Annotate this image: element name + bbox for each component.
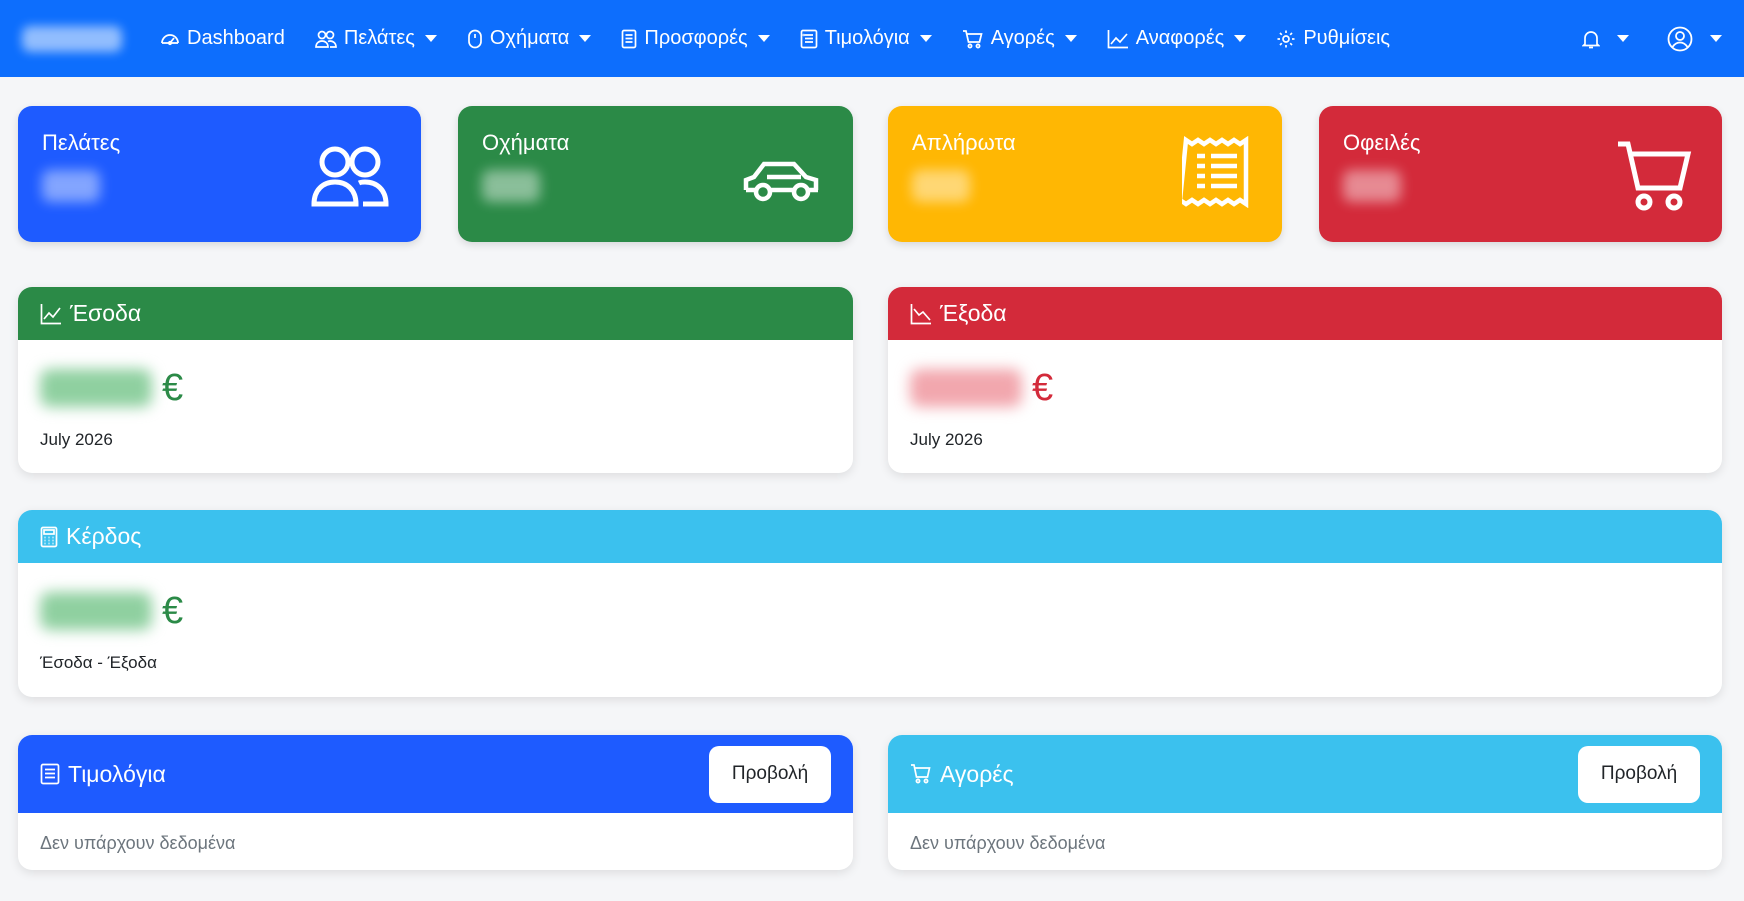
invoices-view-button[interactable]: Προβολή [709,745,831,803]
profit-panel-header: Κέρδος [18,510,1722,563]
currency-symbol: € [162,589,184,632]
user-menu[interactable] [1667,26,1722,52]
stat-card-debts[interactable]: Οφειλές [1319,106,1722,242]
cart-icon [1618,141,1692,211]
income-period: July 2026 [40,430,113,449]
stat-value-redacted [482,170,540,202]
speedometer-icon [161,33,179,45]
calculator-icon [40,526,58,547]
chevron-down-icon [1234,35,1247,42]
chevron-down-icon [757,35,770,42]
chevron-down-icon [1617,35,1629,42]
nav-invoices-label: Τιμολόγια [824,27,910,49]
nav-clients[interactable]: Πελάτες [314,27,437,50]
purchases-panel-header: Αγορές Προβολή [888,735,1722,813]
profit-title: Κέρδος [66,523,142,549]
mouse-icon [468,29,482,48]
profit-panel: Κέρδος € Έσοδα - Έξοδα [18,510,1722,697]
notifications-menu[interactable] [1582,29,1629,49]
stat-card-unpaid[interactable]: Απλήρωτα [888,106,1282,242]
income-panel: Έσοδα € July 2026 [18,287,853,473]
nav-purchases-label: Αγορές [990,27,1055,49]
nav-vehicles[interactable]: Οχήματα [467,27,592,50]
brand-logo[interactable] [22,25,122,52]
cart-icon [962,29,983,48]
nav-reports[interactable]: Αναφορές [1107,27,1247,50]
nav-dashboard-label: Dashboard [187,27,285,49]
invoices-empty-message: Δεν υπάρχουν δεδομένα [40,833,236,853]
purchases-empty-message: Δεν υπάρχουν δεδομένα [910,833,1106,853]
nav-invoices[interactable]: Τιμολόγια [800,27,932,50]
invoices-panel: Τιμολόγια Προβολή Δεν υπάρχουν δεδομένα [18,735,853,870]
stat-card-clients[interactable]: Πελάτες [18,106,421,242]
receipt-icon [1182,136,1249,208]
nav-settings-label: Ρυθμίσεις [1303,27,1391,49]
currency-symbol: € [1032,366,1054,409]
main-nav: Dashboard Πελάτες Οχήματα Προσφορές Τιμο… [160,27,1420,50]
user-circle-icon [1667,26,1693,51]
purchases-view-button[interactable]: Προβολή [1578,745,1700,803]
gear-icon [1277,30,1295,47]
stat-value-redacted [1343,170,1401,202]
chevron-down-icon [579,35,592,42]
car-icon [743,161,819,202]
income-amount: € [40,366,831,410]
top-navbar: Dashboard Πελάτες Οχήματα Προσφορές Τιμο… [0,0,1744,77]
income-title: Έσοδα [70,300,142,326]
nav-settings[interactable]: Ρυθμίσεις [1276,27,1390,50]
stat-value-redacted [912,170,970,202]
expenses-amount: € [910,366,1700,410]
expenses-period: July 2026 [910,430,983,449]
expenses-title: Έξοδα [940,300,1007,326]
chevron-down-icon [1064,35,1077,42]
line-chart-icon [1107,29,1128,48]
nav-offers-label: Προσφορές [644,27,748,49]
nav-vehicles-label: Οχήματα [489,27,570,49]
nav-right [1544,26,1722,52]
bell-icon [1582,30,1600,48]
chevron-down-icon [919,35,932,42]
invoices-panel-header: Τιμολόγια Προβολή [18,735,853,813]
chevron-down-icon [1710,35,1722,42]
income-panel-header: Έσοδα [18,287,853,340]
stat-card-vehicles[interactable]: Οχήματα [458,106,853,242]
income-value-redacted [40,369,152,407]
invoice-icon [800,29,818,48]
chevron-down-icon [424,35,437,42]
expenses-value-redacted [910,369,1022,407]
line-chart-icon [40,303,61,324]
people-icon [314,30,337,48]
invoices-title: Τιμολόγια [68,760,166,787]
nav-clients-label: Πελάτες [343,27,415,49]
line-chart-down-icon [910,303,931,324]
cart-icon [911,764,931,784]
profit-formula: Έσοδα - Έξοδα [40,653,157,672]
nav-purchases[interactable]: Αγορές [962,27,1077,50]
nav-reports-label: Αναφορές [1135,27,1225,49]
profit-amount: € [40,589,1700,633]
purchases-title: Αγορές [940,760,1014,787]
people-icon [311,146,389,207]
purchases-panel: Αγορές Προβολή Δεν υπάρχουν δεδομένα [888,735,1722,870]
stat-value-redacted [42,170,100,202]
profit-value-redacted [40,592,152,630]
expenses-panel-header: Έξοδα [888,287,1722,340]
nav-offers[interactable]: Προσφορές [621,27,770,50]
invoice-icon [40,763,60,785]
currency-symbol: € [162,366,184,409]
expenses-panel: Έξοδα € July 2026 [888,287,1722,473]
nav-dashboard[interactable]: Dashboard [160,27,285,50]
document-icon [622,29,637,48]
